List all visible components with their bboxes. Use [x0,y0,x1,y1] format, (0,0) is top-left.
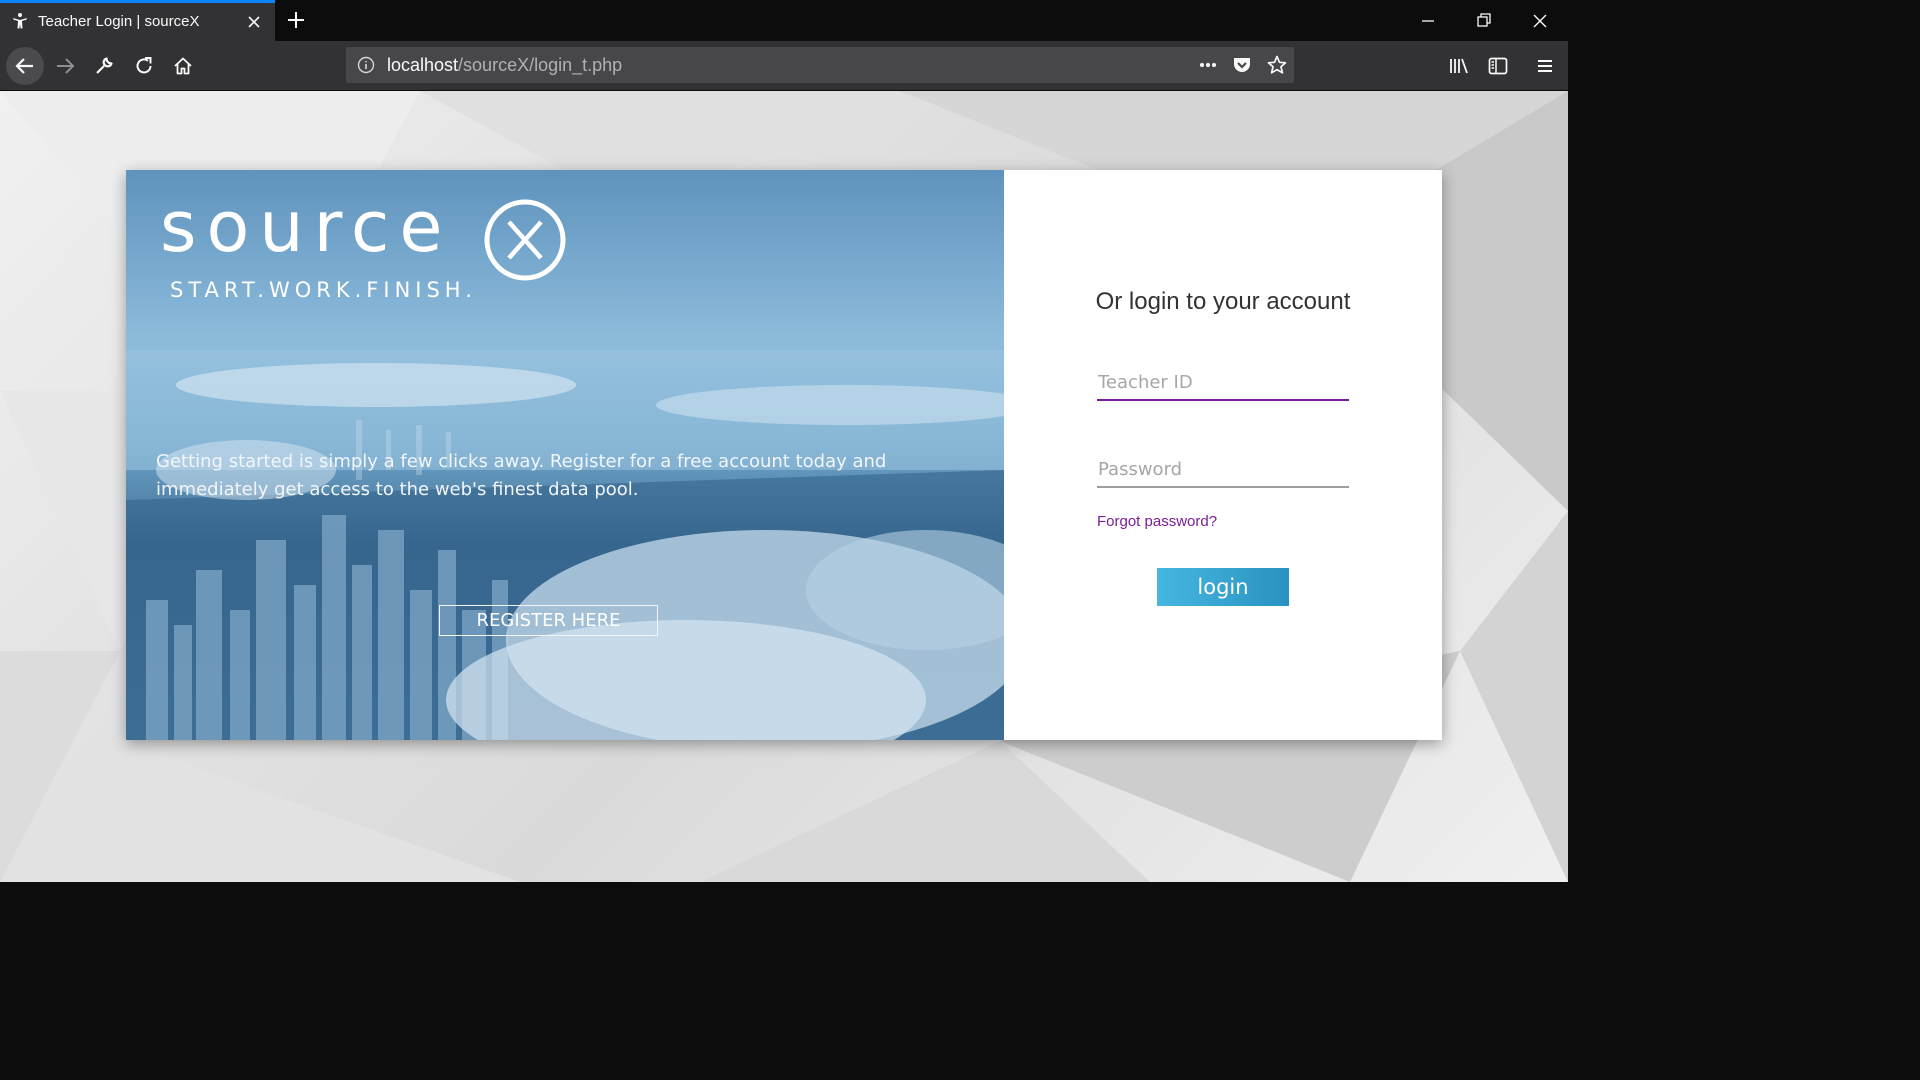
sidebar-button[interactable] [1481,49,1515,83]
form-title: Or login to your account [1095,288,1351,315]
tab-title: Teacher Login | sourceX [38,13,200,30]
page-viewport: source START.WORK.FINISH. Getting starte… [0,91,1568,882]
forward-button[interactable] [48,49,82,83]
forgot-password-link[interactable]: Forgot password? [1097,513,1217,530]
wrench-icon [96,57,113,74]
new-tab-icon[interactable] [284,8,308,32]
restore-icon[interactable] [1473,10,1495,32]
login-card: source START.WORK.FINISH. Getting starte… [126,170,1442,740]
reload-button[interactable] [127,49,161,83]
register-button[interactable]: REGISTER HERE [439,605,658,636]
info-icon[interactable] [357,56,375,74]
browser-tab[interactable]: Teacher Login | sourceX [0,0,275,41]
url-bar[interactable]: localhost/sourceX/login_t.php [346,47,1294,83]
teacher-id-input[interactable] [1097,365,1349,401]
close-window-icon[interactable] [1529,10,1551,32]
minimize-icon[interactable] [1417,10,1439,32]
login-button[interactable]: login [1157,568,1289,606]
home-icon [174,57,192,75]
logo-wordmark: source [160,186,453,268]
more-dots-icon[interactable] [1197,54,1219,76]
tab-strip: Teacher Login | sourceX [0,0,1568,41]
url-path: /sourceX/login_t.php [458,55,623,75]
bookmark-star-icon[interactable] [1266,54,1288,76]
library-button[interactable] [1442,49,1476,83]
logo-x-icon [484,199,566,281]
reload-icon [136,57,152,74]
navigation-toolbar: localhost/sourceX/login_t.php [0,41,1568,91]
sidebar-icon [1488,57,1508,75]
password-input[interactable] [1097,452,1349,488]
home-button[interactable] [166,49,200,83]
tagline: START.WORK.FINISH. [170,278,477,302]
pocket-icon[interactable] [1231,54,1253,76]
hamburger-menu-icon [1538,60,1552,72]
forward-arrow-icon [57,58,75,74]
login-form: Or login to your account Forgot password… [1004,170,1442,740]
library-icon [1450,58,1468,74]
customize-button[interactable] [87,49,121,83]
url-host: localhost [387,55,459,75]
back-arrow-icon [15,58,33,74]
url-text[interactable]: localhost/sourceX/login_t.php [387,55,622,76]
accessibility-person-icon [13,13,27,29]
menu-button[interactable] [1528,49,1562,83]
close-tab-icon[interactable] [244,12,264,32]
hero-description: Getting started is simply a few clicks a… [156,451,887,500]
back-button[interactable] [6,47,44,85]
hero-panel: source START.WORK.FINISH. Getting starte… [126,170,1004,740]
